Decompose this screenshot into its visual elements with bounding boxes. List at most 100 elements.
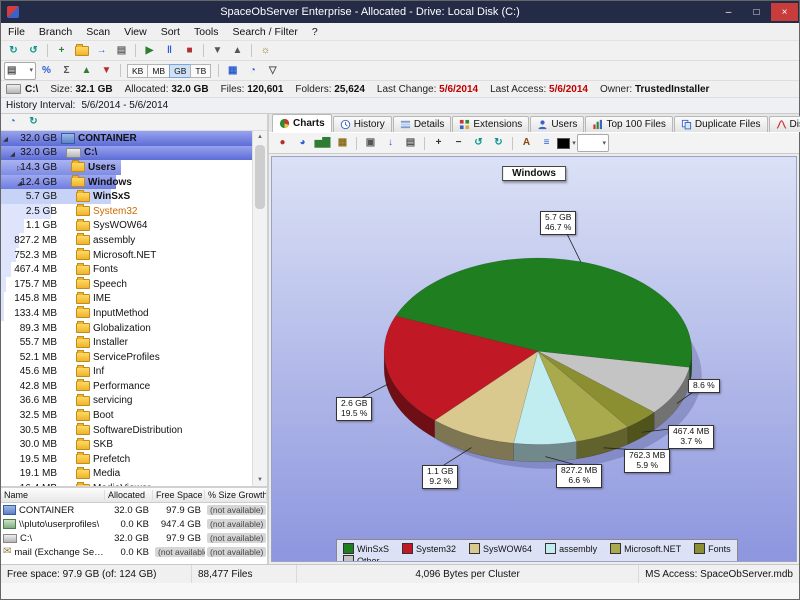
tree-collapsed-icon[interactable]: ▷ [17,164,22,172]
roots-row-c[interactable]: C:\32.0 GB97.9 GB(not available) [1,531,267,545]
expand-all-icon[interactable]: ▼ [208,43,227,59]
tab-top-100-files[interactable]: Top 100 Files [585,116,672,132]
scroll-up-icon[interactable]: ▲ [253,131,267,143]
rotate-left-icon[interactable]: ↺ [469,135,488,151]
tab-details[interactable]: Details [393,116,452,132]
pause-scan-icon[interactable]: ‖ [160,43,179,59]
pie-view-icon[interactable]: ◔ [243,63,262,79]
scroll-down-icon[interactable]: ▼ [253,474,267,486]
treemap-type-icon[interactable]: ▦ [333,135,352,151]
tree-row-c[interactable]: ◢32.0 GBC:\ [1,146,252,161]
save-chart-icon[interactable]: ↓ [381,135,400,151]
tab-users[interactable]: Users [530,116,584,132]
menu-item-file[interactable]: File [1,26,32,38]
tab-history[interactable]: History [333,116,392,132]
tree-row-system32[interactable]: 2.5 GBSystem32 [1,204,252,219]
column-header-size-growth[interactable]: % Size Growth [205,490,267,500]
tree-refresh-icon[interactable]: ↻ [24,114,43,130]
roots-row-pluto-userprofiles[interactable]: \\pluto\userprofiles\0.0 KB947.4 GB(not … [1,517,267,531]
tree-expanded-icon[interactable]: ◢ [17,179,22,187]
update-scan-icon[interactable]: ↻ [4,43,23,59]
pie-3d-type-icon[interactable]: ◕ [293,135,312,151]
percent-view-icon[interactable]: % [37,63,56,79]
options-icon[interactable]: ☼ [256,43,275,59]
tree-row-prefetch[interactable]: 19.5 MBPrefetch [1,452,252,467]
sort-ascending-icon[interactable]: ▲ [77,63,96,79]
tree-row-performance[interactable]: 42.8 MBPerformance [1,379,252,394]
stop-scan-icon[interactable]: ■ [180,43,199,59]
start-scan-icon[interactable]: ▶ [140,43,159,59]
chart-options-combo[interactable]: ▾ [577,134,609,152]
unit-gb-button[interactable]: GB [169,64,191,78]
column-header-free-space[interactable]: Free Space [153,490,205,500]
tree-row-assembly[interactable]: 827.2 MBassembly [1,233,252,248]
menu-item-item[interactable]: ? [305,26,325,38]
tree-row-microsoft-net[interactable]: 752.3 MBMicrosoft.NET [1,248,252,263]
tree-row-mediaviewer[interactable]: 16.4 MBMediaViewer [1,481,252,486]
sort-descending-icon[interactable]: ▼ [97,63,116,79]
tree-row-softwaredistribution[interactable]: 30.5 MBSoftwareDistribution [1,423,252,438]
copy-chart-icon[interactable]: ▣ [361,135,380,151]
scrollbar-thumb[interactable] [255,145,265,209]
unit-tb-button[interactable]: TB [190,64,211,78]
column-header-name[interactable]: Name [1,490,105,500]
export-icon[interactable]: → [92,43,111,59]
tree-row-container[interactable]: ◢32.0 GBCONTAINER [1,131,252,146]
roots-row-mail-exchange-server[interactable]: ✉mail (Exchange Server)0.0 KB(not availa… [1,545,267,559]
filter-icon[interactable]: ▽ [263,63,282,79]
tree-row-windows[interactable]: ◢12.4 GBWindows [1,175,252,190]
pie-chart-type-icon[interactable]: ● [273,135,292,151]
roots-row-container[interactable]: CONTAINER32.0 GB97.9 GB(not available) [1,503,267,517]
zoom-out-icon[interactable]: − [449,135,468,151]
unit-mb-button[interactable]: MB [147,64,170,78]
show-labels-icon[interactable]: A [517,135,536,151]
tree-row-media[interactable]: 19.1 MBMedia [1,467,252,482]
open-folder-icon[interactable] [72,43,91,59]
history-interval-value[interactable]: 5/6/2014 - 5/6/2014 [81,100,168,111]
tree-row-speech[interactable]: 175.7 MBSpeech [1,277,252,292]
tree-row-servicing[interactable]: 36.6 MBservicing [1,394,252,409]
tree-row-users[interactable]: ▷14.3 GBUsers [1,160,252,175]
close-button[interactable]: × [771,3,798,21]
menu-item-branch[interactable]: Branch [32,26,79,38]
color-picker[interactable]: ▾ [557,135,576,151]
tree-chart-icon[interactable]: ◔ [3,114,22,130]
tab-charts[interactable]: Charts [272,114,332,132]
tree-row-serviceprofiles[interactable]: 52.1 MBServiceProfiles [1,350,252,365]
new-scan-icon[interactable]: + [52,43,71,59]
menu-item-sort[interactable]: Sort [154,26,187,38]
tree-row-skb[interactable]: 30.0 MBSKB [1,437,252,452]
rotate-right-icon[interactable]: ↻ [489,135,508,151]
menu-item-view[interactable]: View [117,26,154,38]
tree-row-ime[interactable]: 145.8 MBIME [1,292,252,307]
zoom-in-icon[interactable]: + [429,135,448,151]
menu-item-tools[interactable]: Tools [187,26,226,38]
tree-row-installer[interactable]: 55.7 MBInstaller [1,335,252,350]
tree-row-inf[interactable]: 45.6 MBInf [1,365,252,380]
tab-distributions[interactable]: Distributions [769,116,800,132]
view-mode-combo[interactable]: ▤▾ [4,62,36,80]
tree-row-syswow64[interactable]: 1.1 GBSysWOW64 [1,219,252,234]
tree-row-winsxs[interactable]: 5.7 GBWinSxS [1,189,252,204]
tree-row-fonts[interactable]: 467.4 MBFonts [1,262,252,277]
tab-duplicate-files[interactable]: Duplicate Files [674,116,768,132]
minimize-button[interactable]: – [715,3,742,21]
tree-row-boot[interactable]: 32.5 MBBoot [1,408,252,423]
menu-item-scan[interactable]: Scan [79,26,117,38]
tree-scrollbar[interactable]: ▲ ▼ [252,131,267,486]
tree-expanded-icon[interactable]: ◢ [3,135,8,143]
treemap-view-icon[interactable]: ▦ [223,63,242,79]
maximize-button[interactable]: □ [743,3,770,21]
current-path[interactable]: C:\ [25,84,38,95]
column-header-allocated[interactable]: Allocated [105,490,153,500]
print-icon[interactable]: ▤ [112,43,131,59]
menu-item-search-filter[interactable]: Search / Filter [226,26,305,38]
tab-extensions[interactable]: Extensions [452,116,529,132]
tree-expanded-icon[interactable]: ◢ [10,150,15,158]
print-chart-icon[interactable]: ▤ [401,135,420,151]
tree-row-globalization[interactable]: 89.3 MBGlobalization [1,321,252,336]
size-sum-icon[interactable]: Σ [57,63,76,79]
tree-row-inputmethod[interactable]: 133.4 MBInputMethod [1,306,252,321]
bar-chart-type-icon[interactable]: ▅▇ [313,135,332,151]
show-legend-icon[interactable]: ≡ [537,135,556,151]
